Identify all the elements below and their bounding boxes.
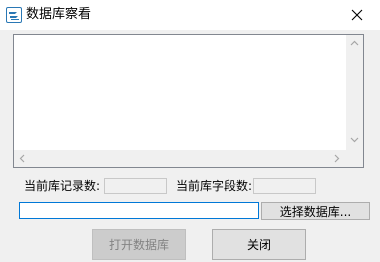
chevron-down-icon[interactable]	[350, 136, 359, 146]
record-count-field	[104, 178, 167, 194]
chevron-up-icon[interactable]	[350, 39, 359, 49]
close-button-label: 关闭	[246, 238, 271, 252]
scrollbar-corner	[346, 150, 363, 167]
window-title: 数据库察看	[26, 7, 92, 22]
close-window-button[interactable]	[334, 0, 380, 30]
database-viewer-window: 数据库察看 当前库记录数: 当前库字段数: 选择数据库... 打开数据库 关闭	[0, 0, 380, 262]
open-database-button-label: 打开数据库	[108, 238, 169, 252]
chevron-left-icon[interactable]	[19, 154, 25, 166]
vertical-scrollbar[interactable]	[346, 35, 363, 150]
horizontal-scrollbar[interactable]	[14, 150, 346, 167]
select-database-button[interactable]: 选择数据库...	[261, 202, 370, 220]
select-database-button-label: 选择数据库...	[279, 204, 352, 219]
close-icon	[351, 9, 363, 21]
field-count-label: 当前库字段数:	[176, 179, 253, 193]
close-button[interactable]: 关闭	[212, 229, 306, 260]
record-count-label: 当前库记录数:	[24, 179, 101, 193]
database-path-input[interactable]	[19, 202, 259, 219]
chevron-right-icon[interactable]	[334, 154, 340, 166]
database-app-icon	[6, 7, 22, 23]
field-count-field	[253, 178, 316, 194]
open-database-button[interactable]: 打开数据库	[92, 229, 186, 260]
title-bar: 数据库察看	[0, 0, 380, 30]
record-list[interactable]	[13, 34, 364, 168]
